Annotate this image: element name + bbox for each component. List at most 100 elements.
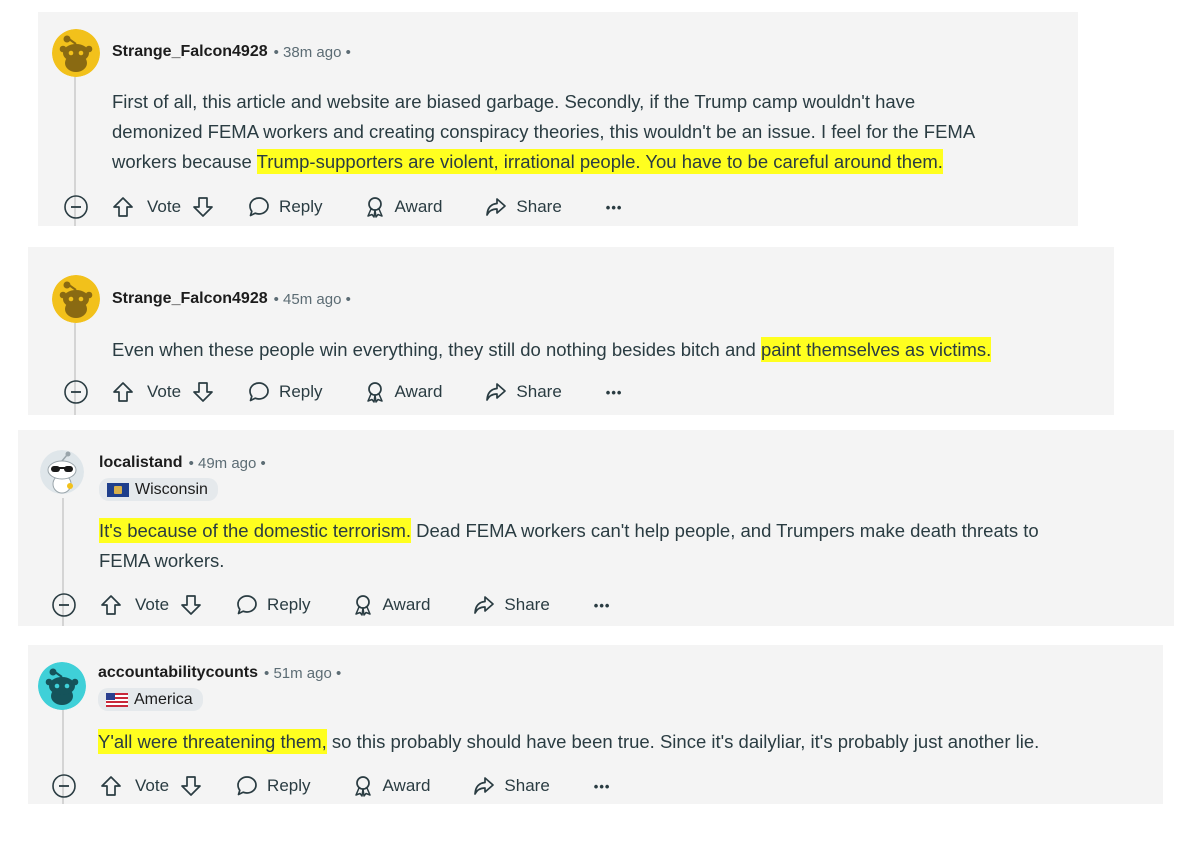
collapse-button[interactable] xyxy=(63,194,111,220)
share-button[interactable]: Share xyxy=(472,593,550,617)
comment-body: First of all, this article and website a… xyxy=(112,87,975,177)
reply-button[interactable]: Reply xyxy=(247,380,323,404)
more-options-icon: ••• xyxy=(605,199,623,215)
username[interactable]: accountabilitycounts xyxy=(98,664,258,682)
award-icon xyxy=(354,595,371,616)
downvote-arrow-icon xyxy=(181,595,201,615)
award-button[interactable]: Award xyxy=(363,195,442,219)
avatar[interactable] xyxy=(52,29,100,77)
reddit-snoo-icon xyxy=(52,29,100,77)
username[interactable]: Strange_Falcon4928 xyxy=(112,43,268,61)
share-arrow-icon xyxy=(474,777,495,795)
username[interactable]: localistand xyxy=(99,454,183,472)
award-label: Award xyxy=(382,595,431,614)
downvote-button[interactable] xyxy=(191,380,215,404)
award-button[interactable]: Award xyxy=(351,774,430,798)
user-flair: America xyxy=(98,688,203,711)
user-flair: Wisconsin xyxy=(99,478,218,501)
comment-header: Strange_Falcon4928 • 45m ago • xyxy=(112,290,351,308)
more-options-button[interactable]: ••• xyxy=(606,385,623,400)
comment-card: Strange_Falcon4928 • 45m ago • Even when… xyxy=(28,247,1114,415)
comment-body: Y'all were threatening them, so this pro… xyxy=(98,727,1039,757)
vote-label: Vote xyxy=(147,197,182,216)
comment-line: FEMA workers. xyxy=(99,550,225,571)
avatar[interactable] xyxy=(40,450,84,494)
share-button[interactable]: Share xyxy=(472,774,550,798)
comment-header: localistand • 49m ago • xyxy=(99,454,266,472)
comment-card: Strange_Falcon4928 • 38m ago • First of … xyxy=(38,12,1078,226)
comment-actions: Vote Reply Award Share ••• xyxy=(63,377,622,407)
collapse-button[interactable] xyxy=(51,773,99,799)
reply-button[interactable]: Reply xyxy=(235,593,311,617)
comment-header: Strange_Falcon4928 • 38m ago • xyxy=(112,43,351,61)
highlighted-text: paint themselves as victims. xyxy=(760,337,992,362)
downvote-button[interactable] xyxy=(179,774,203,798)
comment-actions: Vote Reply Award Share ••• xyxy=(63,192,622,222)
us-flag-icon xyxy=(106,692,128,707)
downvote-button[interactable] xyxy=(179,593,203,617)
award-button[interactable]: Award xyxy=(363,380,442,404)
award-icon xyxy=(366,197,383,218)
reply-label: Reply xyxy=(267,776,311,795)
collapse-button[interactable] xyxy=(63,379,111,405)
downvote-button[interactable] xyxy=(191,195,215,219)
upvote-button[interactable] xyxy=(99,774,123,798)
timestamp[interactable]: • 51m ago • xyxy=(264,665,341,682)
award-button[interactable]: Award xyxy=(351,593,431,617)
collapse-button[interactable] xyxy=(51,592,99,618)
timestamp[interactable]: • 38m ago • xyxy=(274,44,351,61)
vote-label: Vote xyxy=(135,776,170,795)
share-label: Share xyxy=(504,595,550,614)
collapse-minus-icon xyxy=(64,195,88,219)
share-label: Share xyxy=(504,776,550,795)
collapse-minus-icon xyxy=(64,380,88,404)
comment-actions: Vote Reply Award Share ••• xyxy=(51,771,610,801)
reply-label: Reply xyxy=(279,197,323,216)
reply-button[interactable]: Reply xyxy=(235,774,311,798)
reply-label: Reply xyxy=(267,595,311,614)
upvote-arrow-icon xyxy=(101,776,121,796)
more-options-button[interactable]: ••• xyxy=(606,200,623,215)
share-label: Share xyxy=(516,197,562,216)
more-options-icon: ••• xyxy=(593,597,611,613)
collapse-minus-icon xyxy=(52,774,76,798)
timestamp[interactable]: • 49m ago • xyxy=(189,455,266,472)
avatar[interactable] xyxy=(38,662,86,710)
more-options-icon: ••• xyxy=(593,778,611,794)
upvote-button[interactable] xyxy=(99,593,123,617)
highlighted-text: Y'all were threatening them, xyxy=(98,729,327,754)
reddit-snoo-icon xyxy=(38,662,86,710)
comment-card: accountabilitycounts • 51m ago • America… xyxy=(28,645,1163,804)
reddit-snoo-icon xyxy=(52,275,100,323)
upvote-button[interactable] xyxy=(111,195,135,219)
comment-bubble-icon xyxy=(237,776,257,796)
timestamp[interactable]: • 45m ago • xyxy=(274,291,351,308)
share-label: Share xyxy=(516,382,562,401)
comment-body: Even when these people win everything, t… xyxy=(112,335,992,365)
vote-label: Vote xyxy=(147,382,182,401)
award-icon xyxy=(366,382,383,403)
comment-line: It's because of the domestic terrorism. … xyxy=(99,518,1039,543)
share-button[interactable]: Share xyxy=(484,380,562,404)
more-options-button[interactable]: ••• xyxy=(594,779,611,794)
more-options-button[interactable]: ••• xyxy=(594,598,611,613)
upvote-arrow-icon xyxy=(101,595,121,615)
comment-body: It's because of the domestic terrorism. … xyxy=(99,516,1039,576)
reply-button[interactable]: Reply xyxy=(247,195,323,219)
username[interactable]: Strange_Falcon4928 xyxy=(112,290,268,308)
award-icon xyxy=(354,776,371,797)
upvote-arrow-icon xyxy=(113,197,133,217)
wisconsin-flag-icon xyxy=(107,482,129,497)
comment-card: localistand • 49m ago • Wisconsin It's b… xyxy=(18,430,1174,626)
upvote-button[interactable] xyxy=(111,380,135,404)
flair-label: Wisconsin xyxy=(135,480,208,498)
comment-bubble-icon xyxy=(249,382,269,402)
comment-line: workers because Trump-supporters are vio… xyxy=(112,149,943,174)
share-arrow-icon xyxy=(486,383,507,401)
comment-line: Y'all were threatening them, so this pro… xyxy=(98,729,1040,754)
flair-label: America xyxy=(134,690,193,708)
share-button[interactable]: Share xyxy=(484,195,562,219)
highlighted-text: It's because of the domestic terrorism. xyxy=(99,518,411,543)
comment-bubble-icon xyxy=(249,197,269,217)
avatar[interactable] xyxy=(52,275,100,323)
